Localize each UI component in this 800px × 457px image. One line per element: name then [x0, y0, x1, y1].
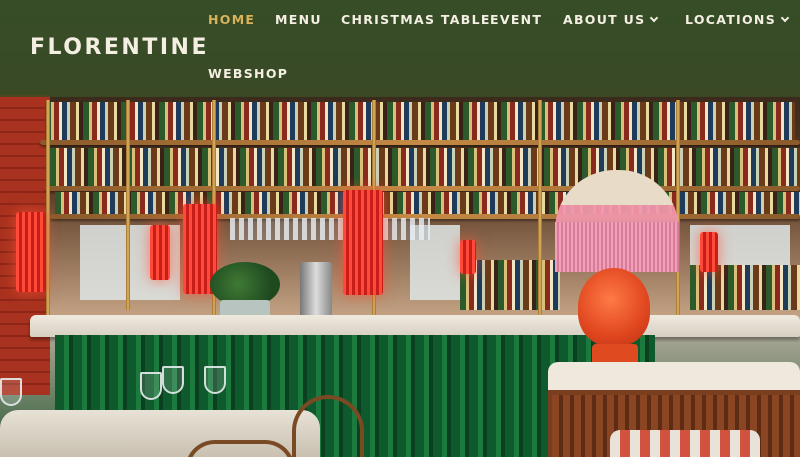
red-wall-lamp	[16, 212, 46, 292]
striped-chair	[610, 430, 760, 457]
nav-webshop-label: WEBSHOP	[208, 66, 289, 81]
nav-about-us[interactable]: ABOUT US	[563, 12, 659, 27]
bottle-row	[45, 102, 795, 142]
nav-home-label: HOME	[208, 12, 256, 27]
nav-about-us-label: ABOUT US	[563, 12, 646, 27]
bar-shelf	[45, 186, 800, 191]
nav-menu-label: MENU	[275, 12, 322, 27]
bottle-row	[50, 148, 800, 188]
red-wall-lamp	[700, 232, 718, 272]
red-wall-lamp	[460, 240, 476, 274]
red-wall-lamp	[343, 190, 383, 295]
orange-pinecone-lamp	[578, 268, 650, 346]
chevron-down-icon	[650, 13, 659, 22]
hanging-glasses	[230, 218, 430, 240]
nav-locations[interactable]: LOCATIONS	[685, 12, 790, 27]
site-logo[interactable]: FLORENTINE	[30, 35, 209, 60]
brass-post	[538, 100, 542, 330]
wine-glass	[162, 366, 184, 394]
nav-event-label: EVENT	[490, 12, 543, 27]
brass-post	[46, 100, 50, 320]
nav-home[interactable]: HOME	[208, 12, 255, 27]
nav-webshop[interactable]: WEBSHOP	[208, 66, 288, 81]
red-wall-lamp	[150, 225, 170, 280]
nav-christmas-table[interactable]: CHRISTMAS TABLE	[341, 12, 491, 27]
brass-post	[676, 100, 680, 320]
bottle-row	[55, 192, 800, 216]
lampshade-fringe	[555, 222, 679, 272]
site-header: FLORENTINE HOME MENU CHRISTMAS TABLE EVE…	[0, 0, 800, 97]
nav-event[interactable]: EVENT	[490, 12, 542, 27]
bistro-chair	[292, 395, 364, 457]
wine-glass	[204, 366, 226, 394]
bar-shelf	[40, 140, 800, 145]
marble-counter	[30, 315, 800, 337]
nav-christmas-table-label: CHRISTMAS TABLE	[341, 12, 491, 27]
wine-glass	[0, 378, 22, 406]
nav-locations-label: LOCATIONS	[685, 12, 776, 27]
wine-glass	[140, 372, 162, 400]
bistro-chair	[185, 440, 295, 457]
brass-post	[126, 100, 130, 310]
nav-menu[interactable]: MENU	[275, 12, 322, 27]
chevron-down-icon	[780, 13, 790, 22]
